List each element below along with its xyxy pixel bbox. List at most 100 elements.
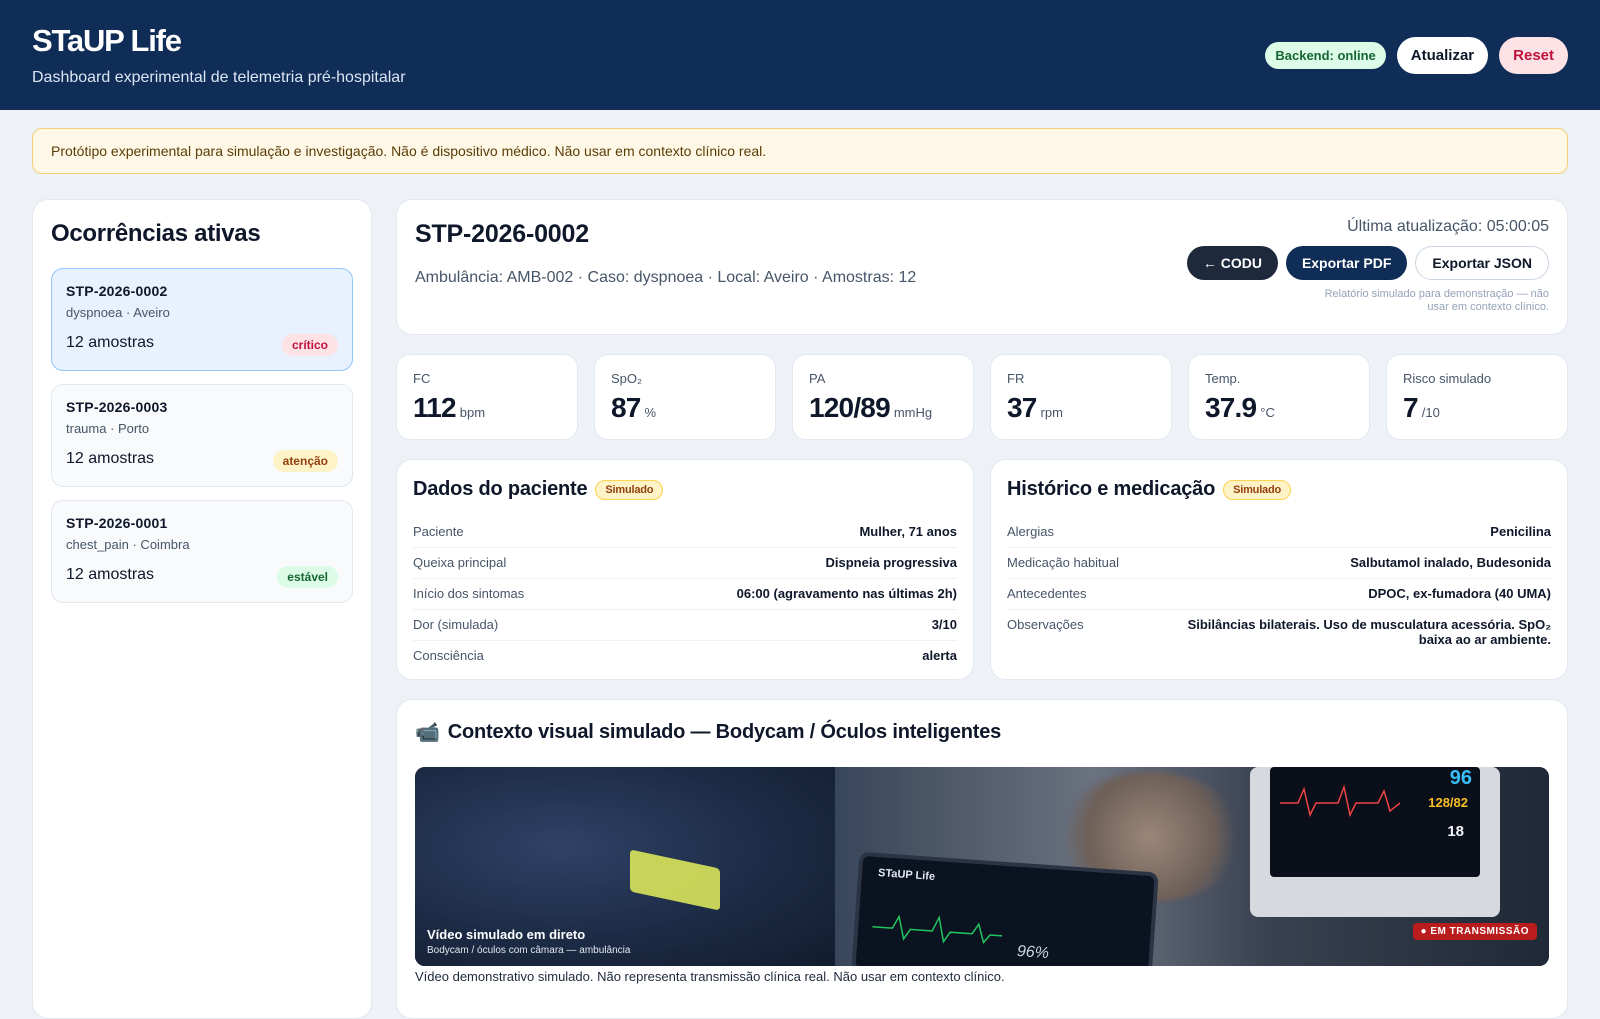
case-header-card: STP-2026-0002 Ambulância: AMB-002 · Caso… bbox=[396, 199, 1568, 335]
data-row: Paciente Mulher, 71 anos bbox=[413, 517, 957, 548]
live-badge: ● EM TRANSMISSÃO bbox=[1412, 923, 1537, 940]
reset-button[interactable]: Reset bbox=[1499, 36, 1568, 74]
severity-badge: crítico bbox=[281, 334, 338, 356]
vital-value: 37 bbox=[1007, 392, 1037, 423]
vital-unit: rpm bbox=[1040, 405, 1063, 420]
refresh-button[interactable]: Atualizar bbox=[1396, 36, 1489, 74]
patient-data-panel: Dados do paciente Simulado Paciente Mulhe… bbox=[396, 459, 974, 680]
simulated-badge: Simulado bbox=[595, 479, 664, 500]
vital-card-bp: PA 120/89 mmHg bbox=[792, 354, 974, 440]
vital-value: 120/89 bbox=[809, 392, 891, 423]
data-row: Dor (simulada) 3/10 bbox=[413, 610, 957, 641]
data-row: Queixa principal Dispneia progressiva bbox=[413, 548, 957, 579]
vital-label: Temp. bbox=[1205, 371, 1241, 386]
row-label: Antecedentes bbox=[1007, 586, 1087, 601]
row-label: Alergias bbox=[1007, 524, 1054, 539]
monitor-hr-value: 96 bbox=[1449, 767, 1472, 789]
occurrence-item[interactable]: STP-2026-0003 trauma · Porto 12 amostras… bbox=[51, 384, 353, 487]
vital-label: FR bbox=[1007, 371, 1025, 386]
severity-badge: estável bbox=[277, 566, 338, 588]
report-note: Relatório simulado para demonstração — n… bbox=[1324, 288, 1549, 313]
codu-button[interactable]: ← CODU bbox=[1186, 246, 1278, 280]
occurrences-sidebar: Ocorrências ativas STP-2026-0002 dyspnoe… bbox=[32, 199, 372, 1019]
row-label: Medicação habitual bbox=[1007, 555, 1120, 570]
occurrence-id: STP-2026-0003 bbox=[66, 399, 168, 415]
vital-card-temp: Temp. 37.9 °C bbox=[1188, 354, 1370, 440]
video-patient-monitor: 96 128/82 18 bbox=[1250, 767, 1500, 917]
panel-title: Histórico e medicação bbox=[1007, 478, 1216, 500]
video-caption: Vídeo simulado em direto Bodycam / óculo… bbox=[427, 927, 630, 956]
row-label: Consciência bbox=[413, 648, 484, 663]
occurrence-id: STP-2026-0001 bbox=[66, 515, 168, 531]
row-value: Sibilâncias bilaterais. Uso de musculatu… bbox=[1187, 617, 1551, 647]
occurrence-subtitle: trauma · Porto bbox=[66, 421, 150, 436]
video-section-title: Contexto visual simulado — Bodycam / Ócu… bbox=[447, 721, 1002, 743]
case-header-actions: Última atualização: 05:00:05 ← CODU Expo… bbox=[1186, 218, 1549, 314]
vital-card-rr: FR 37 rpm bbox=[990, 354, 1172, 440]
row-value: Penicilina bbox=[1490, 524, 1551, 539]
row-value: 3/10 bbox=[931, 617, 957, 632]
brand: STaUP Life Dashboard experimental de tel… bbox=[32, 23, 406, 87]
vital-card-spo2: SpO₂ 87% bbox=[594, 354, 776, 440]
row-value: Dispneia progressiva bbox=[825, 555, 958, 570]
vital-label: SpO₂ bbox=[611, 371, 643, 386]
last-update-text: Última atualização: 05:00:05 bbox=[1347, 218, 1549, 235]
occurrence-item[interactable]: STP-2026-0002 dyspnoea · Aveiro 12 amost… bbox=[51, 268, 353, 371]
vital-card-hr: FC 112 bpm bbox=[396, 354, 578, 440]
data-row: Antecedentes DPOC, ex-fumadora (40 UMA) bbox=[1007, 579, 1551, 610]
vital-card-risk: Risco simulado 7/10 bbox=[1386, 354, 1568, 440]
tablet-ecg-wave bbox=[872, 914, 1003, 945]
data-row: Medicação habitual Salbutamol inalado, Bu… bbox=[1007, 548, 1551, 579]
row-value: Mulher, 71 anos bbox=[859, 524, 957, 539]
video-tablet: STaUP Life 96% bbox=[851, 851, 1159, 966]
vital-label: FC bbox=[413, 371, 431, 386]
occurrence-subtitle: dyspnoea · Aveiro bbox=[66, 305, 170, 320]
monitor-rr-value: 18 bbox=[1447, 823, 1464, 840]
row-value: Salbutamol inalado, Budesonida bbox=[1350, 555, 1551, 570]
vital-unit: mmHg bbox=[893, 405, 933, 420]
row-label: Dor (simulada) bbox=[413, 617, 499, 632]
occurrence-subtitle: chest_pain · Coimbra bbox=[66, 537, 190, 552]
app-subtitle: Dashboard experimental de telemetria pré… bbox=[32, 69, 406, 86]
export-json-button[interactable]: Exportar JSON bbox=[1415, 246, 1549, 280]
data-row: Alergias Penicilina bbox=[1007, 517, 1551, 548]
row-value: DPOC, ex-fumadora (40 UMA) bbox=[1368, 586, 1551, 601]
vital-label: PA bbox=[809, 371, 826, 386]
export-pdf-button[interactable]: Exportar PDF bbox=[1285, 246, 1408, 280]
simulated-badge: Simulado bbox=[1223, 479, 1292, 500]
visual-context-card: 📹 Contexto visual simulado — Bodycam / Ó… bbox=[396, 699, 1568, 1019]
row-label: Queixa principal bbox=[413, 555, 507, 570]
video-caption-title: Vídeo simulado em direto bbox=[427, 927, 586, 942]
row-value: 06:00 (agravamento nas últimas 2h) bbox=[736, 586, 957, 601]
vital-value: 87 bbox=[611, 392, 641, 423]
row-label: Início dos sintomas bbox=[413, 586, 525, 601]
vital-unit: % bbox=[644, 405, 657, 420]
tablet-spo2: 96% bbox=[1016, 942, 1050, 963]
row-label: Paciente bbox=[413, 524, 464, 539]
vital-value: 37.9 bbox=[1205, 392, 1257, 423]
top-actions: Backend: online Atualizar Reset bbox=[1265, 36, 1568, 74]
monitor-ecg-wave bbox=[1280, 784, 1400, 818]
vital-value: 7 bbox=[1403, 392, 1419, 423]
monitor-screen: 96 128/82 18 bbox=[1270, 767, 1480, 877]
panel-title: Dados do paciente bbox=[413, 478, 588, 500]
occurrence-id: STP-2026-0002 bbox=[66, 283, 168, 299]
history-medication-panel: Histórico e medicação Simulado Alergias P… bbox=[990, 459, 1568, 680]
vital-unit: °C bbox=[1260, 405, 1275, 420]
occurrence-item[interactable]: STP-2026-0001 chest_pain · Coimbra 12 am… bbox=[51, 500, 353, 603]
video-player[interactable]: STaUP Life 96% 96 128/82 18 Vídeo simula… bbox=[415, 767, 1549, 966]
top-bar: STaUP Life Dashboard experimental de tel… bbox=[0, 0, 1600, 110]
row-label: Observações bbox=[1007, 617, 1084, 632]
vital-label: Risco simulado bbox=[1403, 371, 1492, 386]
video-disclaimer: Vídeo demonstrativo simulado. Não repres… bbox=[415, 969, 1005, 984]
data-row: Início dos sintomas 06:00 (agravamento na… bbox=[413, 579, 957, 610]
data-row: Observações Sibilâncias bilaterais. Uso d… bbox=[1007, 610, 1551, 655]
app-title: STaUP Life bbox=[32, 23, 182, 58]
disclaimer-banner: Protótipo experimental para simulação e … bbox=[32, 128, 1568, 174]
vital-unit: /10 bbox=[1421, 405, 1440, 420]
vital-unit: bpm bbox=[459, 405, 486, 420]
backend-status-badge: Backend: online bbox=[1265, 41, 1386, 69]
camera-icon: 📹 bbox=[415, 722, 440, 744]
sidebar-title: Ocorrências ativas bbox=[51, 220, 261, 247]
video-caption-subtitle: Bodycam / óculos com câmara — ambulância bbox=[427, 945, 631, 956]
